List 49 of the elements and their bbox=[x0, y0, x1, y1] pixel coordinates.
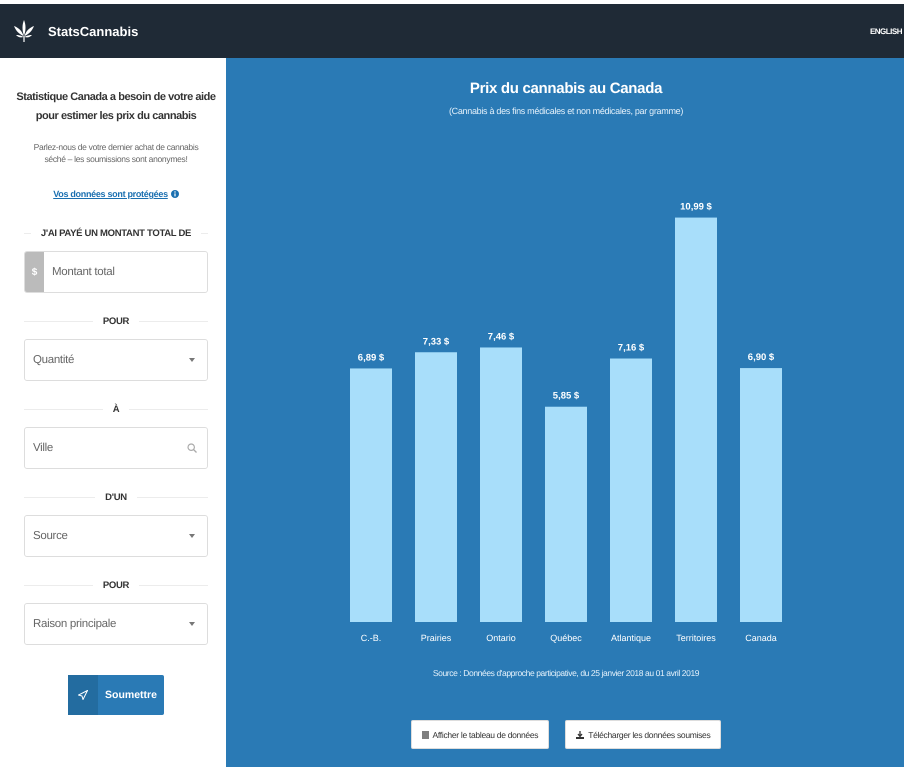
select-field[interactable]: Source bbox=[24, 515, 208, 557]
category-label: Ontario bbox=[486, 633, 516, 643]
brand-name: StatsCannabis bbox=[48, 24, 138, 38]
value-label: 7,33 $ bbox=[422, 336, 450, 348]
section-label: J'AI PAYÉ UN MONTANT TOTAL DE bbox=[40, 228, 192, 238]
select-field[interactable]: Raison principale bbox=[24, 603, 208, 645]
list-icon bbox=[422, 730, 429, 738]
leaf-icon bbox=[14, 20, 34, 42]
select-field[interactable]: Quantité bbox=[24, 339, 208, 381]
language-link[interactable]: ENGLISH bbox=[870, 26, 902, 36]
chart-subtitle: (Cannabis à des fins médicales et non médicales, par gramme) bbox=[448, 106, 684, 116]
category-label: Atlantique bbox=[610, 633, 652, 643]
intro-text: Parlez-nous de votre dernier achat de cannabis séché – les soumissions sont anonymes! bbox=[32, 141, 200, 165]
value-label: 5,85 $ bbox=[552, 390, 580, 402]
submit-button[interactable]: Soumettre bbox=[68, 675, 164, 715]
value-label: 6,89 $ bbox=[358, 352, 384, 364]
value-label: 10,99 $ bbox=[680, 202, 712, 213]
caret-icon bbox=[189, 358, 195, 362]
chart-title: Prix du cannabis au Canada bbox=[470, 80, 662, 97]
privacy-link[interactable]: Vos données sont protégées bbox=[53, 189, 168, 199]
category-label: Territoires bbox=[676, 633, 716, 643]
value-label: 7,16 $ bbox=[618, 342, 644, 354]
category-label: C.-B. bbox=[360, 633, 382, 643]
paper-plane-icon bbox=[78, 690, 88, 700]
section-label: POUR bbox=[102, 316, 130, 326]
source-note: Source : Données d'approche participative, du 25 janvier 2018 au 01 avril 2019 bbox=[432, 668, 700, 678]
category-label: Canada bbox=[745, 633, 777, 643]
value-label: 7,46 $ bbox=[488, 331, 514, 342]
select-input[interactable]: Raison principale bbox=[25, 618, 189, 630]
category-label: Québec bbox=[550, 633, 582, 643]
search-field[interactable]: Ville bbox=[24, 427, 208, 469]
select-input[interactable]: Quantité bbox=[25, 354, 189, 366]
search-input[interactable]: Ville bbox=[25, 442, 187, 454]
value-label: 6,90 $ bbox=[748, 352, 774, 364]
download-icon bbox=[576, 730, 584, 738]
download-button[interactable]: Télécharger les données soumises bbox=[565, 720, 722, 749]
amount-input[interactable]: Montant total bbox=[44, 266, 207, 278]
category-label: Prairies bbox=[420, 633, 452, 643]
sidebar-heading: Statistique Canada a besoin de votre aide pour estimer les prix du cannabis bbox=[15, 90, 217, 124]
dollar-prefix: $ bbox=[25, 252, 44, 292]
section-label: À bbox=[112, 404, 120, 414]
caret-icon bbox=[189, 534, 195, 538]
section-label: D'UN bbox=[105, 492, 127, 502]
search-icon bbox=[187, 443, 197, 453]
info-icon bbox=[170, 190, 179, 198]
data-table-button[interactable]: Afficher le tableau de données bbox=[410, 720, 550, 749]
select-input[interactable]: Source bbox=[25, 530, 189, 542]
section-label: POUR bbox=[102, 580, 130, 590]
caret-icon bbox=[189, 622, 195, 626]
